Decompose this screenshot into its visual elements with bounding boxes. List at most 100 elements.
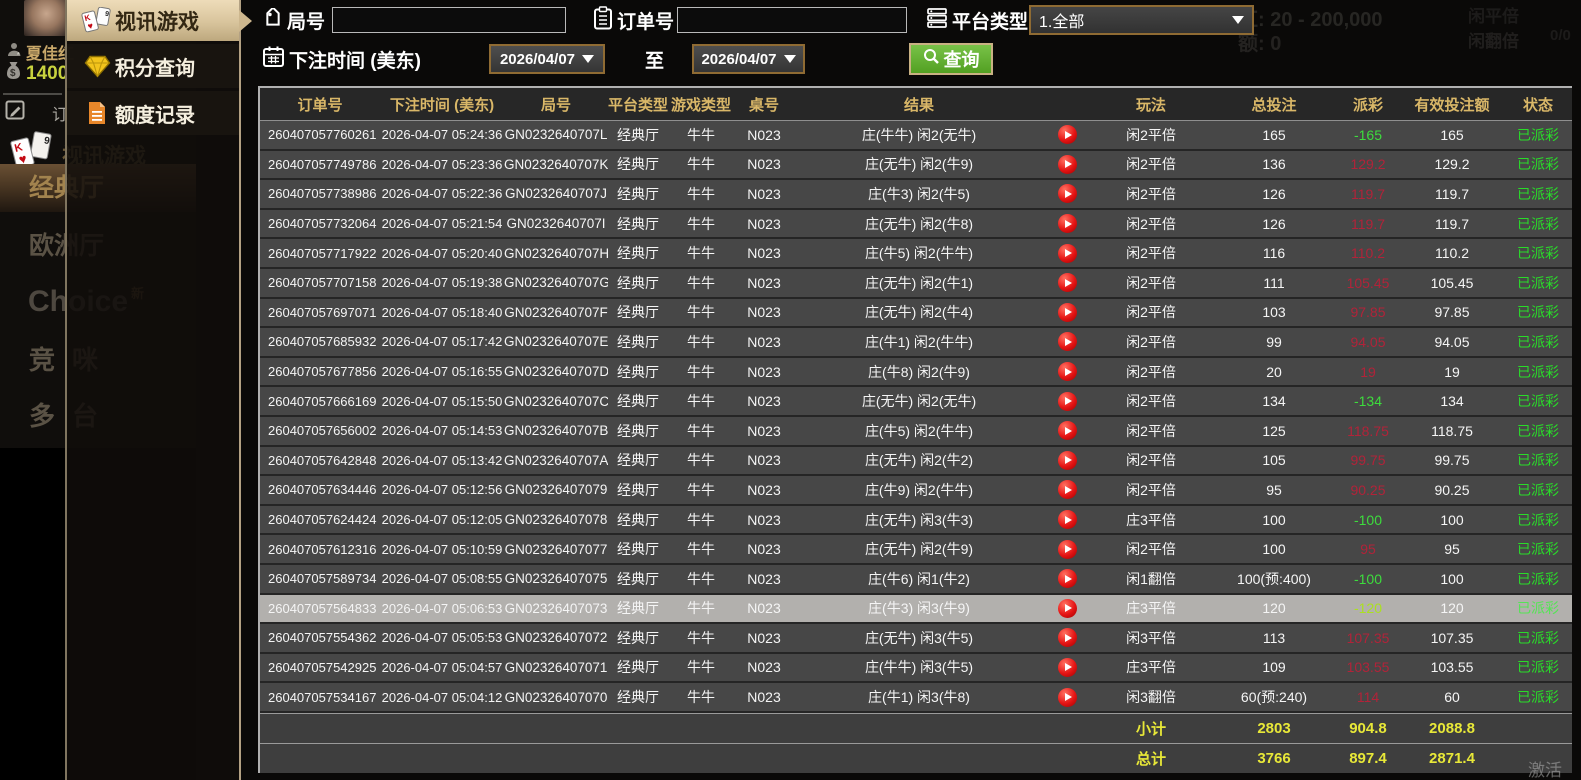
table-row[interactable]: 260407057542925 2026-04-07 05:04:57 GN0232…	[260, 653, 1572, 684]
menu-item-points-query[interactable]: 积分查询	[67, 44, 239, 88]
table-row[interactable]: 260407057656002 2026-04-07 05:14:53 GN0232…	[260, 416, 1572, 447]
play-video-button[interactable]	[1057, 569, 1077, 589]
play-video-button[interactable]	[1057, 480, 1077, 500]
table-row[interactable]: 260407057677856 2026-04-07 05:16:55 GN0232…	[260, 357, 1572, 388]
play-icon	[1064, 367, 1072, 376]
table-row[interactable]: 260407057732064 2026-04-07 05:21:54 GN0232…	[260, 209, 1572, 240]
play-video-button[interactable]	[1057, 154, 1077, 174]
table-row[interactable]: 260407057685932 2026-04-07 05:17:42 GN0232…	[260, 328, 1572, 358]
menu-item-video-games[interactable]: 9 K ♥ 视讯游戏	[67, 0, 239, 41]
order-number-input[interactable]	[677, 7, 907, 33]
play-video-button[interactable]	[1057, 628, 1077, 648]
play-video-button[interactable]	[1057, 598, 1077, 618]
round-number-input[interactable]	[332, 7, 566, 33]
cell-payout: 105.45	[1346, 274, 1390, 291]
cell-result: 庄(无牛) 闲2(无牛)	[861, 393, 977, 410]
column-header-round: 局号	[540, 96, 571, 114]
edit-icon	[5, 100, 25, 125]
cell-platform: 经典厅	[617, 629, 659, 646]
cell-payout: 103.55	[1346, 659, 1390, 676]
cell-valid_bet: 129.2	[1434, 156, 1470, 173]
cell-order: 260407057554362	[268, 630, 377, 646]
play-video-button[interactable]	[1057, 243, 1077, 263]
cell-play	[1044, 302, 1090, 322]
play-icon	[1064, 485, 1072, 494]
cell-game: 牛牛	[687, 541, 715, 558]
play-video-button[interactable]	[1057, 539, 1077, 559]
play-video-button[interactable]	[1057, 657, 1077, 677]
play-video-button[interactable]	[1057, 184, 1077, 204]
cell-payout: 119.7	[1351, 185, 1385, 202]
query-button[interactable]: 查询	[909, 43, 993, 75]
cell-round: GN02326407078	[504, 512, 608, 528]
cell-play	[1044, 243, 1090, 263]
column-header-result: 结果	[903, 96, 934, 114]
menu-item-label: 额度记录	[115, 104, 195, 127]
play-video-button[interactable]	[1057, 687, 1077, 707]
play-video-button[interactable]	[1057, 332, 1077, 352]
table-row[interactable]: 260407057707158 2026-04-07 05:19:38 GN0232…	[260, 268, 1572, 299]
cell-result: 庄(无牛) 闲2(牛2)	[864, 452, 974, 469]
menu-item-credit-records[interactable]: 额度记录	[67, 91, 239, 135]
table-row[interactable]: 260407057634446 2026-04-07 05:12:56 GN0232…	[260, 476, 1572, 506]
cell-result: 庄(无牛) 闲2(牛4)	[864, 304, 974, 321]
cell-order: 260407057666169	[268, 393, 377, 409]
table-row[interactable]: 260407057564833 2026-04-07 05:06:53 GN0232…	[260, 594, 1572, 625]
table-row[interactable]: 260407057760261 2026-04-07 05:24:36 GN0232…	[260, 121, 1572, 151]
play-icon	[1064, 574, 1072, 583]
play-video-button[interactable]	[1057, 362, 1077, 382]
play-icon	[1064, 278, 1072, 287]
cell-table_no: N023	[747, 304, 781, 321]
cell-play	[1044, 184, 1090, 204]
table-row[interactable]: 260407057717922 2026-04-07 05:20:40 GN0232…	[260, 239, 1572, 269]
date-from-picker[interactable]: 2026/04/07	[489, 44, 605, 74]
cell-table_no: N023	[747, 156, 781, 173]
table-row[interactable]: 260407057534167 2026-04-07 05:04:12 GN0232…	[260, 683, 1572, 713]
table-row[interactable]: 260407057666169 2026-04-07 05:15:50 GN0232…	[260, 387, 1572, 417]
play-video-button[interactable]	[1057, 214, 1077, 234]
date-to-picker[interactable]: 2026/04/07	[692, 44, 805, 74]
play-video-button[interactable]	[1057, 391, 1077, 411]
svg-text:$: $	[10, 68, 16, 79]
table-row[interactable]: 260407057589734 2026-04-07 05:08:55 GN0232…	[260, 564, 1572, 595]
table-row[interactable]: 260407057738986 2026-04-07 05:22:36 GN0232…	[260, 180, 1572, 210]
cell-play	[1044, 510, 1090, 530]
cell-round: GN02326407072	[504, 630, 608, 646]
chevron-down-icon	[1232, 16, 1244, 24]
cell-status: 已派彩	[1517, 659, 1559, 676]
cell-game: 牛牛	[687, 689, 715, 706]
play-icon	[1064, 397, 1072, 406]
cell-result: 庄(无牛) 闲3(牛5)	[864, 629, 974, 646]
calendar-icon	[262, 45, 285, 73]
play-icon	[1064, 130, 1072, 139]
play-video-button[interactable]	[1057, 302, 1077, 322]
cell-result: 庄(牛5) 闲2(牛牛)	[864, 245, 974, 262]
play-video-button[interactable]	[1057, 450, 1077, 470]
cell-time: 2026-04-07 05:17:42	[381, 334, 503, 350]
column-header-payout: 派彩	[1352, 96, 1383, 114]
cell-time: 2026-04-07 05:04:12	[381, 689, 503, 705]
table-row[interactable]: 260407057697071 2026-04-07 05:18:40 GN0232…	[260, 298, 1572, 329]
cell-time: 2026-04-07 05:21:54	[381, 216, 503, 232]
cell-order: 260407057612316	[268, 541, 377, 557]
cell-payout: 114	[1356, 689, 1380, 706]
platform-type-select[interactable]: 1.全部	[1029, 5, 1254, 35]
cell-round: GN0232640707F	[504, 304, 608, 320]
cell-total_bet: 113	[1262, 629, 1286, 646]
table-row[interactable]: 260407057612316 2026-04-07 05:10:59 GN0232…	[260, 535, 1572, 565]
play-video-button[interactable]	[1057, 273, 1077, 293]
table-row[interactable]: 260407057624424 2026-04-07 05:12:05 GN0232…	[260, 505, 1572, 536]
play-video-button[interactable]	[1057, 125, 1077, 145]
table-row[interactable]: 260407057642848 2026-04-07 05:13:42 GN0232…	[260, 446, 1572, 477]
cell-platform: 经典厅	[617, 481, 659, 498]
cell-payout: 110.2	[1351, 245, 1385, 262]
cell-round: GN0232640707C	[504, 393, 608, 409]
cell-valid_bet: 90.25	[1434, 481, 1470, 498]
cell-valid_bet: 60	[1444, 689, 1460, 706]
play-video-button[interactable]	[1057, 510, 1077, 530]
table-row[interactable]: 260407057749786 2026-04-07 05:23:36 GN0232…	[260, 150, 1572, 181]
round-number-label: 局号	[287, 12, 326, 33]
table-row[interactable]: 260407057554362 2026-04-07 05:05:53 GN0232…	[260, 624, 1572, 654]
money-bag-icon: $	[5, 61, 22, 86]
play-video-button[interactable]	[1057, 421, 1077, 441]
